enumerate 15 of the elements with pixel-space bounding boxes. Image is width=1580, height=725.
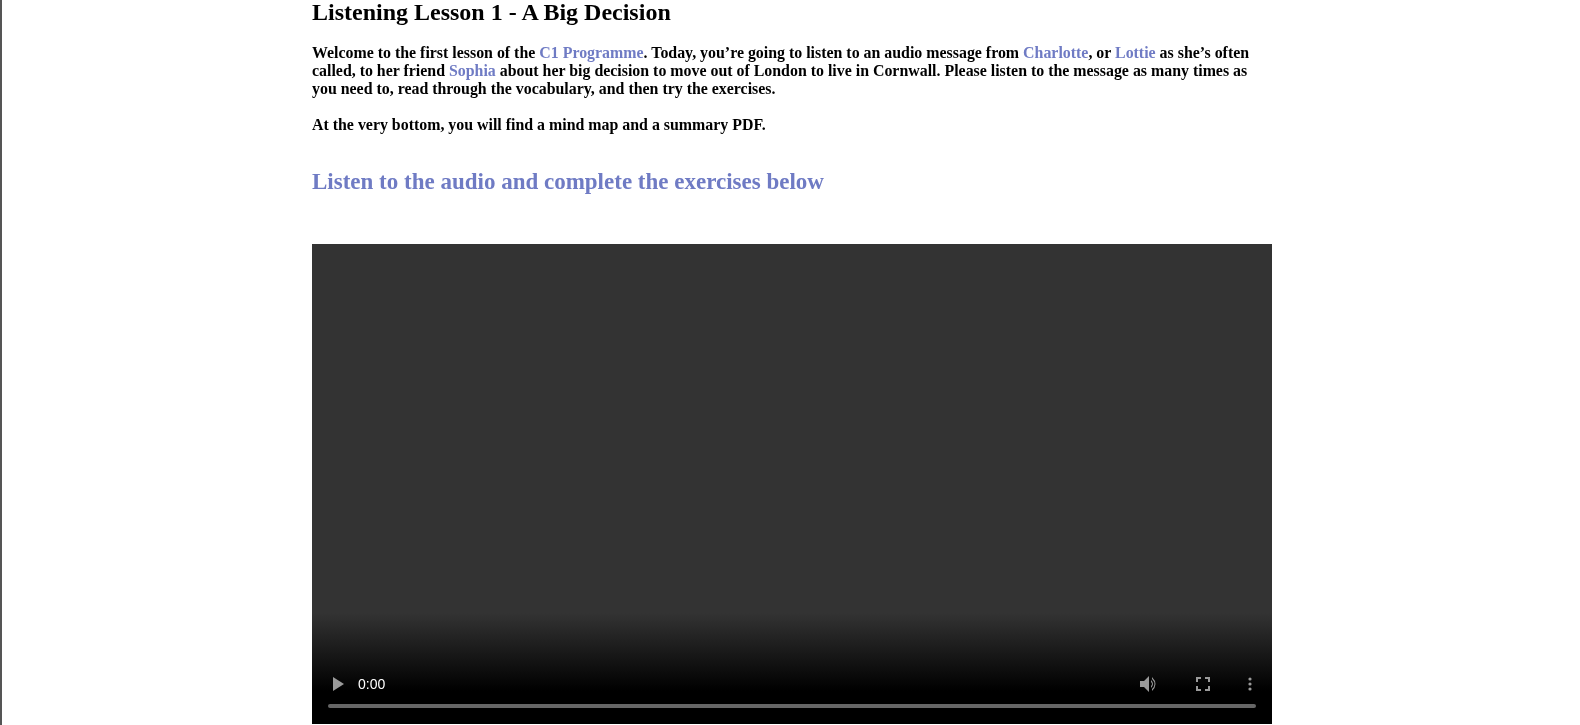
intro-paragraph: Welcome to the first lesson of the C1 Programme. Today, you’re going to listen to an audio message from Charlotte, or Lottie as she’s often called, to her friend Sophia about her big decision to move out of London to live in Cornwall. Please listen to the message as many times as you need to, read through the vocabulary, and then try the exercises. (312, 44, 1251, 98)
name-link[interactable]: Sophia (448, 62, 496, 79)
note-paragraph: At the very bottom, you will find a mind map and a summary PDF. (312, 116, 767, 134)
name-link[interactable]: C1 Programme (539, 44, 644, 61)
fullscreen-icon[interactable] (1196, 677, 1210, 691)
volume-icon[interactable] (1140, 676, 1158, 692)
video-player[interactable]: 0:00 (312, 244, 1272, 724)
time-display: 0:00 (358, 676, 386, 692)
more-icon[interactable] (1248, 677, 1252, 691)
progress-track[interactable] (328, 704, 1256, 708)
lesson-title: Listening Lesson 1 - A Big Decision (312, 0, 672, 24)
play-icon[interactable] (332, 677, 344, 691)
name-link[interactable]: Lottie (1115, 44, 1156, 61)
section-heading: Listen to the audio and complete the exercises below (312, 168, 825, 196)
name-link[interactable]: Charlotte (1023, 44, 1089, 61)
